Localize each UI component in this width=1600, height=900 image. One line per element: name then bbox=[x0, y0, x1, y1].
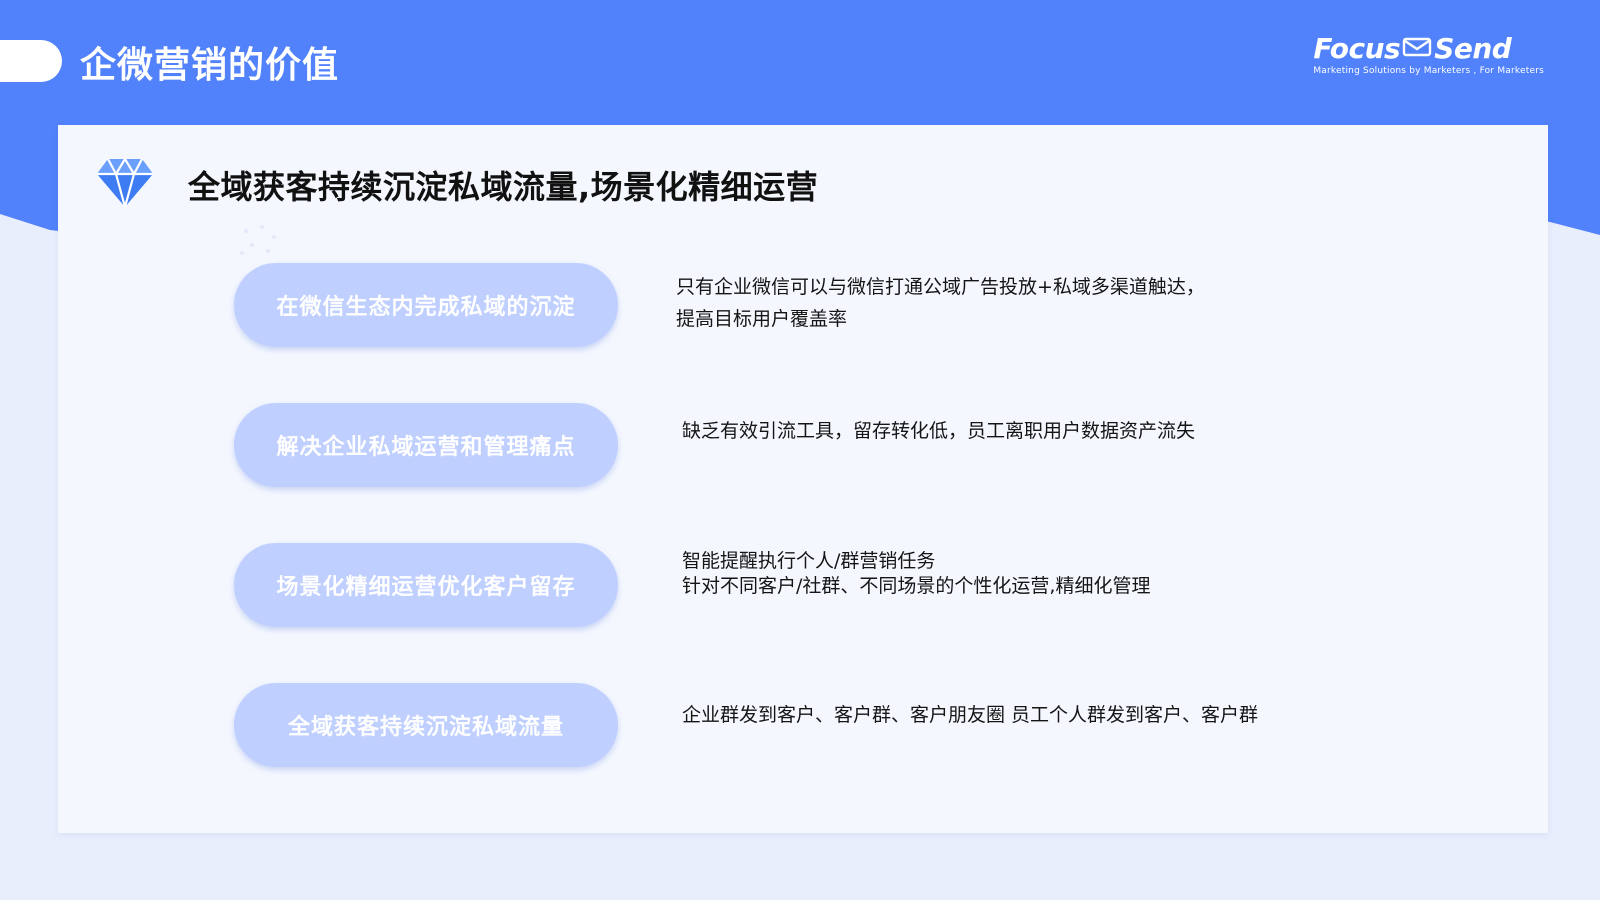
brand-tagline: Marketing Solutions by Marketers , For M… bbox=[1313, 66, 1544, 76]
value-row: 全域获客持续沉淀私域流量 企业群发到客户、客户群、客户朋友圈 员工个人群发到客户… bbox=[234, 683, 1494, 767]
description-line: 针对不同客户/社群、不同场景的个性化运营,精细化管理 bbox=[682, 575, 1151, 597]
description-line: 智能提醒执行个人/群营销任务 bbox=[682, 550, 936, 572]
slide-title: 企微营销的价值 bbox=[80, 45, 340, 86]
value-pill: 全域获客持续沉淀私域流量 bbox=[234, 683, 618, 767]
description-line: 缺乏有效引流工具，留存转化低，员工离职用户数据资产流失 bbox=[682, 420, 1196, 442]
description-line: 提高目标用户覆盖率 bbox=[676, 308, 848, 330]
value-description: 缺乏有效引流工具，留存转化低，员工离职用户数据资产流失 bbox=[682, 415, 1195, 447]
sparkle-decoration bbox=[240, 225, 276, 255]
card-title: 全域获客持续沉淀私域流量,场景化精细运营 bbox=[188, 168, 819, 206]
value-pill: 场景化精细运营优化客户留存 bbox=[234, 543, 618, 627]
diamond-icon bbox=[96, 157, 188, 213]
value-row: 场景化精细运营优化客户留存 智能提醒执行个人/群营销任务 针对不同客户/社群、不… bbox=[234, 543, 1494, 627]
card-header: 全域获客持续沉淀私域流量,场景化精细运营 bbox=[96, 157, 818, 213]
value-description: 企业群发到客户、客户群、客户朋友圈 员工个人群发到客户、客户群 bbox=[682, 699, 1258, 731]
value-description: 智能提醒执行个人/群营销任务 针对不同客户/社群、不同场景的个性化运营,精细化管… bbox=[682, 549, 1150, 599]
description-line: 只有企业微信可以与微信打通公域广告投放+私域多渠道触达， bbox=[676, 276, 1205, 298]
value-pill: 解决企业私域运营和管理痛点 bbox=[234, 403, 618, 487]
content-card: 全域获客持续沉淀私域流量,场景化精细运营 在微信生态内完成私域的沉淀 只有企业微… bbox=[58, 125, 1548, 833]
value-row: 解决企业私域运营和管理痛点 缺乏有效引流工具，留存转化低，员工离职用户数据资产流… bbox=[234, 403, 1494, 487]
brand-name: Focus Send bbox=[1313, 34, 1544, 64]
title-tab-decoration bbox=[0, 40, 62, 82]
value-description: 只有企业微信可以与微信打通公域广告投放+私域多渠道触达， 提高目标用户覆盖率 bbox=[676, 271, 1205, 335]
envelope-icon bbox=[1402, 34, 1432, 64]
brand-logo: Focus Send Marketing Solutions by Market… bbox=[1313, 34, 1544, 77]
value-pill: 在微信生态内完成私域的沉淀 bbox=[234, 263, 618, 347]
description-line: 企业群发到客户、客户群、客户朋友圈 员工个人群发到客户、客户群 bbox=[682, 704, 1259, 726]
brand-name-right: Send bbox=[1434, 32, 1512, 65]
brand-name-left: Focus bbox=[1313, 32, 1401, 65]
value-row: 在微信生态内完成私域的沉淀 只有企业微信可以与微信打通公域广告投放+私域多渠道触… bbox=[234, 263, 1494, 347]
